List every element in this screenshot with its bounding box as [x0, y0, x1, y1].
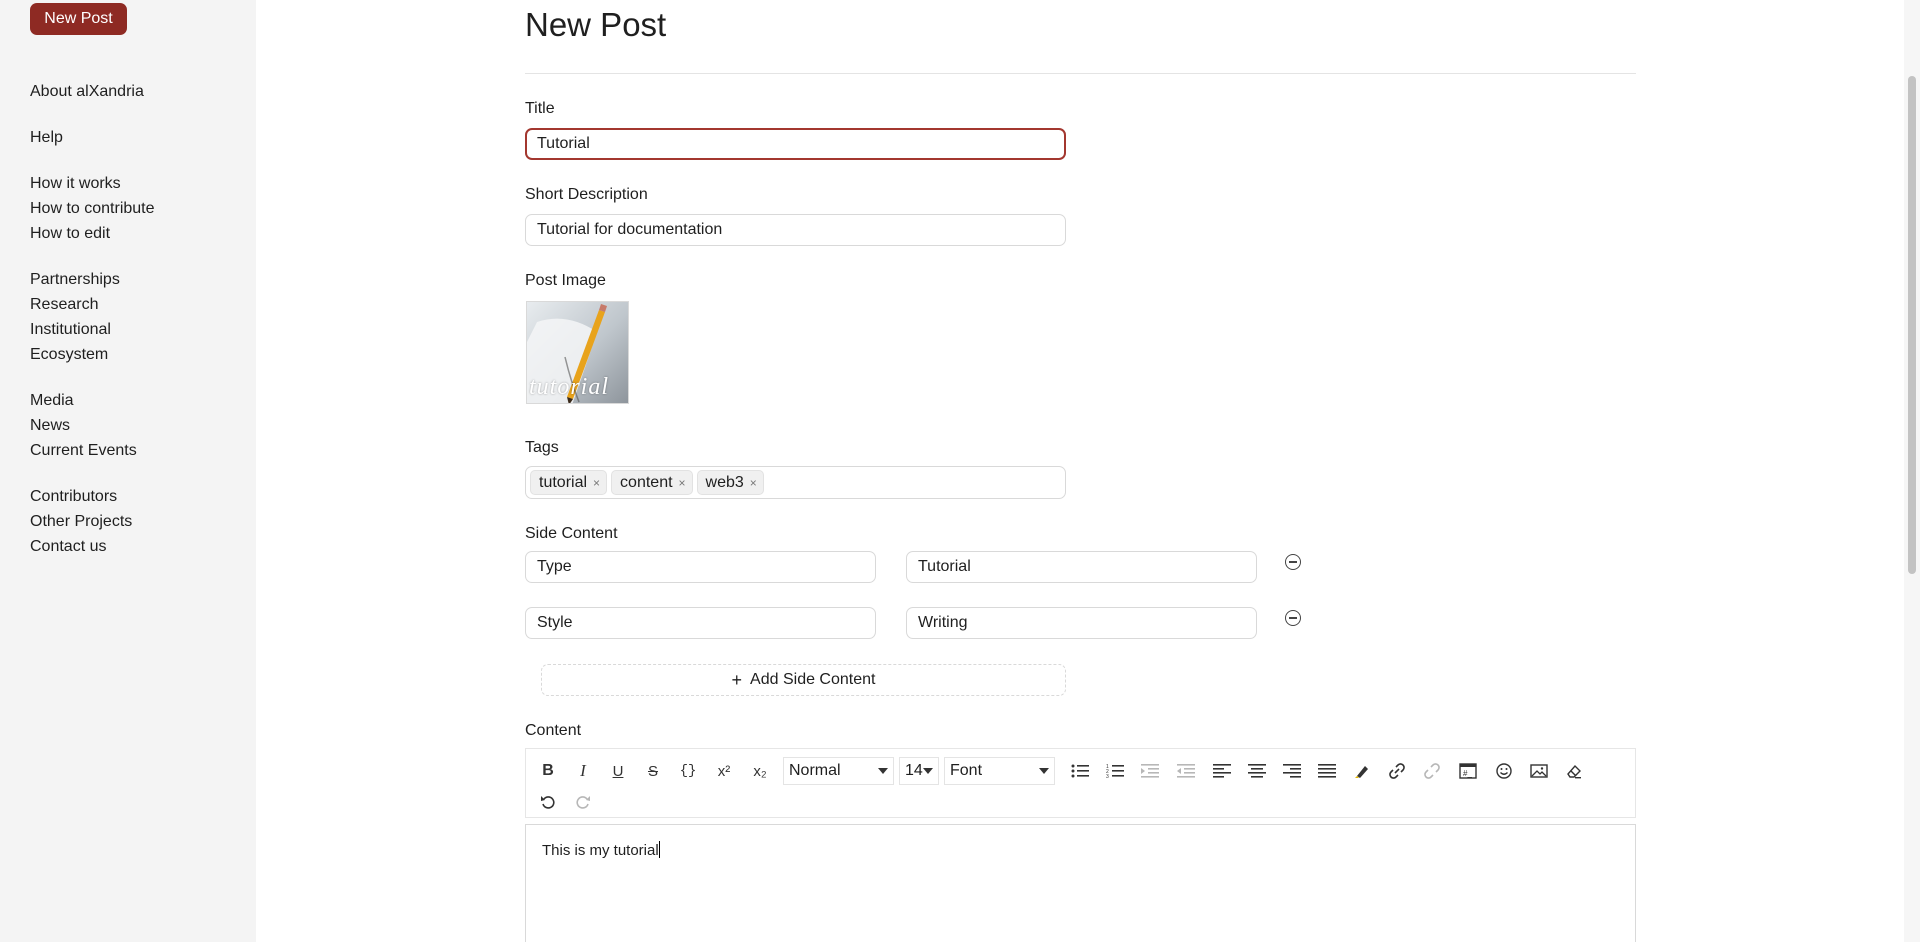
font-select-value: Font — [950, 762, 983, 779]
nav-link-partnerships[interactable]: Partnerships — [30, 267, 120, 292]
unlink-icon[interactable] — [1419, 758, 1445, 784]
align-center-icon[interactable] — [1244, 758, 1270, 784]
tag-chip: tutorial × — [530, 470, 608, 495]
redo-icon[interactable] — [570, 789, 596, 815]
nav-link-how-it-works[interactable]: How it works — [30, 171, 155, 196]
new-post-button[interactable]: New Post — [30, 3, 127, 35]
nav-link-current-events[interactable]: Current Events — [30, 438, 137, 463]
underline-icon[interactable]: U — [605, 758, 631, 784]
add-side-content-label: Add Side Content — [750, 671, 876, 688]
nav-group-help: Help — [30, 125, 63, 150]
page-scrollbar[interactable] — [1904, 0, 1920, 942]
heading-select[interactable]: Normal — [783, 757, 894, 785]
bold-icon[interactable]: B — [535, 758, 561, 784]
svg-text:#_: #_ — [1463, 769, 1472, 778]
short-description-label: Short Description — [525, 186, 648, 203]
chevron-down-icon — [878, 768, 888, 774]
superscript-icon[interactable]: x² — [711, 758, 737, 784]
undo-icon[interactable] — [535, 789, 561, 815]
nav-link-ecosystem[interactable]: Ecosystem — [30, 342, 120, 367]
title-divider — [525, 73, 1636, 74]
remove-row-icon[interactable] — [1285, 610, 1301, 626]
nav-group-community: Contributors Other Projects Contact us — [30, 484, 132, 559]
chevron-down-icon — [923, 768, 933, 774]
eraser-icon[interactable] — [1561, 758, 1587, 784]
nav-link-help[interactable]: Help — [30, 125, 63, 150]
align-left-icon[interactable] — [1209, 758, 1235, 784]
side-content-label: Side Content — [525, 525, 618, 542]
tag-label: web3 — [705, 473, 744, 491]
nav-link-research[interactable]: Research — [30, 292, 120, 317]
highlight-pen-icon[interactable] — [1349, 758, 1375, 784]
post-image-label: Post Image — [525, 272, 606, 289]
side-content-value-input[interactable] — [906, 551, 1257, 583]
image-icon[interactable] — [1526, 758, 1552, 784]
nav-link-other-projects[interactable]: Other Projects — [30, 509, 132, 534]
page-title: New Post — [525, 6, 667, 43]
svg-text:3: 3 — [1106, 774, 1109, 779]
title-input[interactable] — [525, 128, 1066, 160]
text-cursor — [658, 841, 660, 858]
font-select[interactable]: Font — [944, 757, 1055, 785]
tag-remove-icon[interactable]: × — [750, 476, 757, 490]
nav-link-contributors[interactable]: Contributors — [30, 484, 132, 509]
tag-chip: web3 × — [696, 470, 764, 495]
indent-icon[interactable] — [1137, 758, 1163, 784]
plus-icon: + — [731, 670, 743, 690]
font-size-select[interactable]: 14 — [899, 757, 939, 785]
nav-group-guides: How it works How to contribute How to ed… — [30, 171, 155, 246]
nav-link-media[interactable]: Media — [30, 388, 137, 413]
tags-label: Tags — [525, 439, 559, 456]
bullet-list-icon[interactable] — [1067, 758, 1093, 784]
content-label: Content — [525, 722, 582, 739]
align-right-icon[interactable] — [1279, 758, 1305, 784]
remove-row-icon[interactable] — [1285, 554, 1301, 570]
add-side-content-button[interactable]: + Add Side Content — [541, 664, 1066, 696]
side-content-value-input[interactable] — [906, 607, 1257, 639]
scrollbar-thumb[interactable] — [1908, 76, 1916, 574]
tag-remove-icon[interactable]: × — [679, 476, 686, 490]
editor-toolbar: B I U S {} x² x₂ Normal 14 Font 123 #_ — [525, 748, 1636, 818]
tags-input[interactable]: tutorial × content × web3 × — [525, 466, 1066, 499]
editor-text: This is my tutorial — [542, 842, 659, 859]
side-content-key-input[interactable] — [525, 551, 876, 583]
nav-group-media: Media News Current Events — [30, 388, 137, 463]
outdent-icon[interactable] — [1173, 758, 1199, 784]
heading-select-value: Normal — [789, 762, 841, 779]
nav-group-about: About alXandria — [30, 79, 144, 104]
chevron-down-icon — [1039, 768, 1049, 774]
embed-icon[interactable]: #_ — [1455, 758, 1481, 784]
side-content-key-input[interactable] — [525, 607, 876, 639]
italic-icon[interactable]: I — [570, 758, 596, 784]
code-icon[interactable]: {} — [675, 758, 701, 784]
nav-link-how-to-edit[interactable]: How to edit — [30, 221, 155, 246]
tag-chip: content × — [611, 470, 693, 495]
nav-link-news[interactable]: News — [30, 413, 137, 438]
emoji-icon[interactable] — [1491, 758, 1517, 784]
nav-link-contact-us[interactable]: Contact us — [30, 534, 132, 559]
strikethrough-icon[interactable]: S — [640, 758, 666, 784]
sidebar: New Post About alXandria Help How it wor… — [0, 0, 256, 942]
title-label: Title — [525, 100, 555, 117]
post-image-thumbnail[interactable]: tutorial — [526, 301, 629, 404]
short-description-input[interactable] — [525, 214, 1066, 246]
font-size-select-value: 14 — [905, 762, 923, 779]
nav-link-about[interactable]: About alXandria — [30, 79, 144, 104]
link-icon[interactable] — [1384, 758, 1410, 784]
tag-remove-icon[interactable]: × — [593, 476, 600, 490]
align-justify-icon[interactable] — [1314, 758, 1340, 784]
tag-label: content — [620, 473, 673, 491]
content-editor[interactable]: This is my tutorial — [525, 824, 1636, 942]
nav-group-partners: Partnerships Research Institutional Ecos… — [30, 267, 120, 367]
nav-link-institutional[interactable]: Institutional — [30, 317, 120, 342]
post-image-caption: tutorial — [529, 374, 610, 400]
nav-link-how-to-contribute[interactable]: How to contribute — [30, 196, 155, 221]
subscript-icon[interactable]: x₂ — [747, 758, 773, 784]
tag-label: tutorial — [539, 473, 588, 491]
numbered-list-icon[interactable]: 123 — [1102, 758, 1128, 784]
